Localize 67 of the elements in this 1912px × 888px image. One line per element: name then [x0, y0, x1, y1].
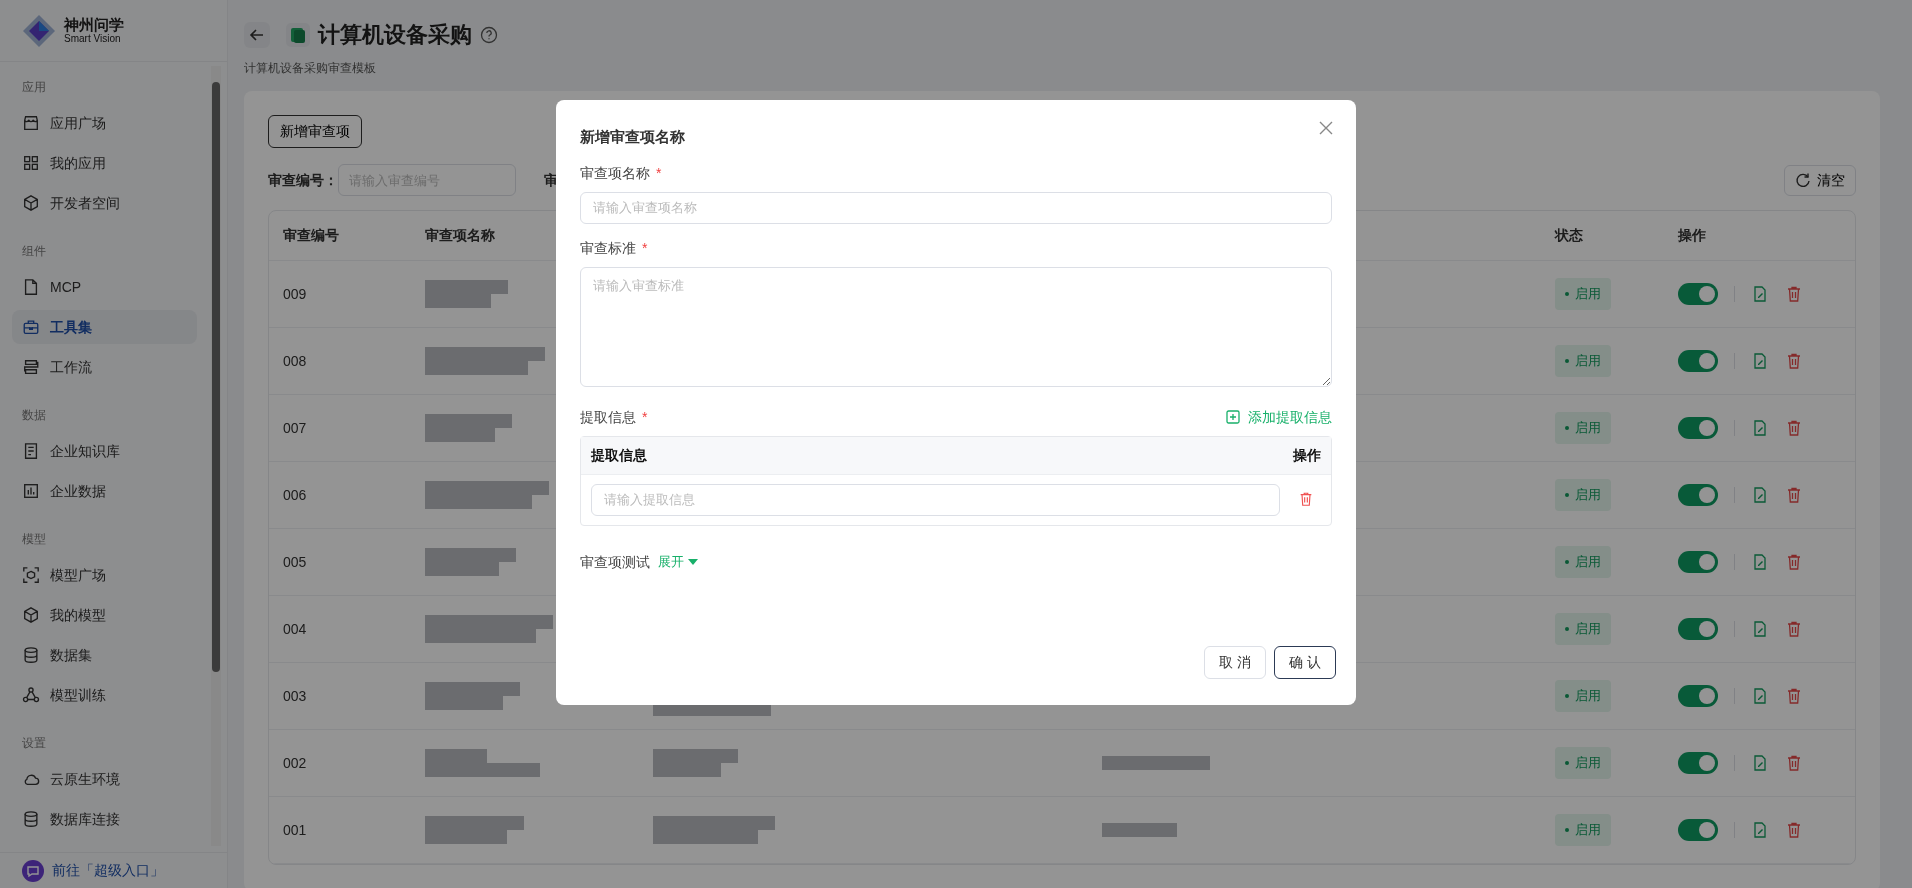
table-cell: 004	[283, 620, 307, 637]
column-header: 提取信息	[591, 445, 647, 465]
status-badge: 启用	[1555, 680, 1611, 712]
status-badge: 启用	[1555, 479, 1611, 511]
add-extract-link[interactable]: 添加提取信息	[1226, 406, 1332, 428]
filter-label: 审	[544, 170, 558, 190]
sidebar-item[interactable]: MCP	[12, 270, 197, 304]
required-mark: *	[642, 407, 648, 427]
expand-toggle[interactable]: 展开	[658, 552, 698, 572]
sidebar-item[interactable]: 工具集	[12, 310, 197, 344]
column-header: 操作	[1293, 445, 1321, 465]
brand-name: 神州问学	[64, 17, 124, 34]
dialog-title: 新增审查项名称	[580, 127, 685, 147]
field-label: 审查项名称	[580, 163, 650, 183]
sidebar-item[interactable]: 企业数据	[12, 474, 197, 508]
sidebar-item[interactable]: 模型广场	[12, 558, 197, 592]
confirm-button[interactable]: 确 认	[1274, 646, 1336, 679]
table-cell: 009	[283, 285, 307, 302]
field-label: 审查标准	[580, 238, 636, 258]
table-cell: 005	[283, 553, 307, 570]
cancel-button[interactable]: 取 消	[1204, 646, 1267, 679]
add-item-button[interactable]: 新增审查项	[268, 115, 362, 148]
brand-tagline: Smart Vision	[64, 33, 121, 44]
status-badge: 启用	[1555, 747, 1611, 779]
filter-label: 审查编号：	[268, 170, 338, 190]
column-header: 操作	[1678, 227, 1706, 243]
section-heading: 数据	[21, 407, 47, 424]
column-header: 状态	[1555, 227, 1583, 243]
required-mark: *	[656, 163, 662, 183]
portal-link[interactable]: 前往「超级入口」	[52, 860, 164, 881]
sidebar-item[interactable]: 工作流	[12, 350, 197, 384]
sidebar-item[interactable]: 我的应用	[12, 146, 197, 180]
table-cell: 003	[283, 687, 307, 704]
input-field[interactable]: 请输入审查项名称	[580, 191, 1332, 224]
sidebar-item[interactable]: 应用广场	[12, 106, 197, 140]
status-badge: 启用	[1555, 814, 1611, 846]
status-badge: 启用	[1555, 345, 1611, 377]
sidebar-item[interactable]: 数据集	[12, 638, 197, 672]
status-badge: 启用	[1555, 278, 1611, 310]
table-cell: 008	[283, 352, 307, 369]
clear-button[interactable]: 清空	[1784, 164, 1856, 196]
table-cell: 001	[283, 821, 307, 838]
section-heading: 模型	[21, 531, 47, 548]
section-heading: 设置	[21, 735, 47, 752]
test-label: 审查项测试	[580, 552, 650, 572]
input-field[interactable]: 请输入提取信息	[591, 483, 1281, 516]
status-badge: 启用	[1555, 546, 1611, 578]
section-heading: 组件	[21, 243, 47, 260]
field-label: 提取信息	[580, 407, 636, 427]
page-subtitle: 计算机设备采购审查模板	[244, 60, 377, 77]
table-cell: 002	[283, 754, 307, 771]
sidebar-item[interactable]: 云原生环境	[12, 762, 197, 796]
table-cell: 006	[283, 486, 307, 503]
sidebar-item[interactable]: 模型训练	[12, 678, 197, 712]
sidebar-item[interactable]: 开发者空间	[12, 186, 197, 220]
section-heading: 应用	[21, 79, 47, 96]
column-header: 审查编号	[283, 227, 339, 243]
table-cell: 007	[283, 419, 307, 436]
page-title: 计算机设备采购	[318, 21, 472, 49]
text-area[interactable]: 请输入审查标准	[580, 266, 1332, 387]
required-mark: *	[642, 238, 648, 258]
column-header: 审查项名称	[425, 227, 495, 243]
sidebar-item[interactable]: 数据库连接	[12, 802, 197, 836]
status-badge: 启用	[1555, 412, 1611, 444]
status-badge: 启用	[1555, 613, 1611, 645]
sidebar-item[interactable]: 企业知识库	[12, 434, 197, 468]
sidebar-item[interactable]: 我的模型	[12, 598, 197, 632]
